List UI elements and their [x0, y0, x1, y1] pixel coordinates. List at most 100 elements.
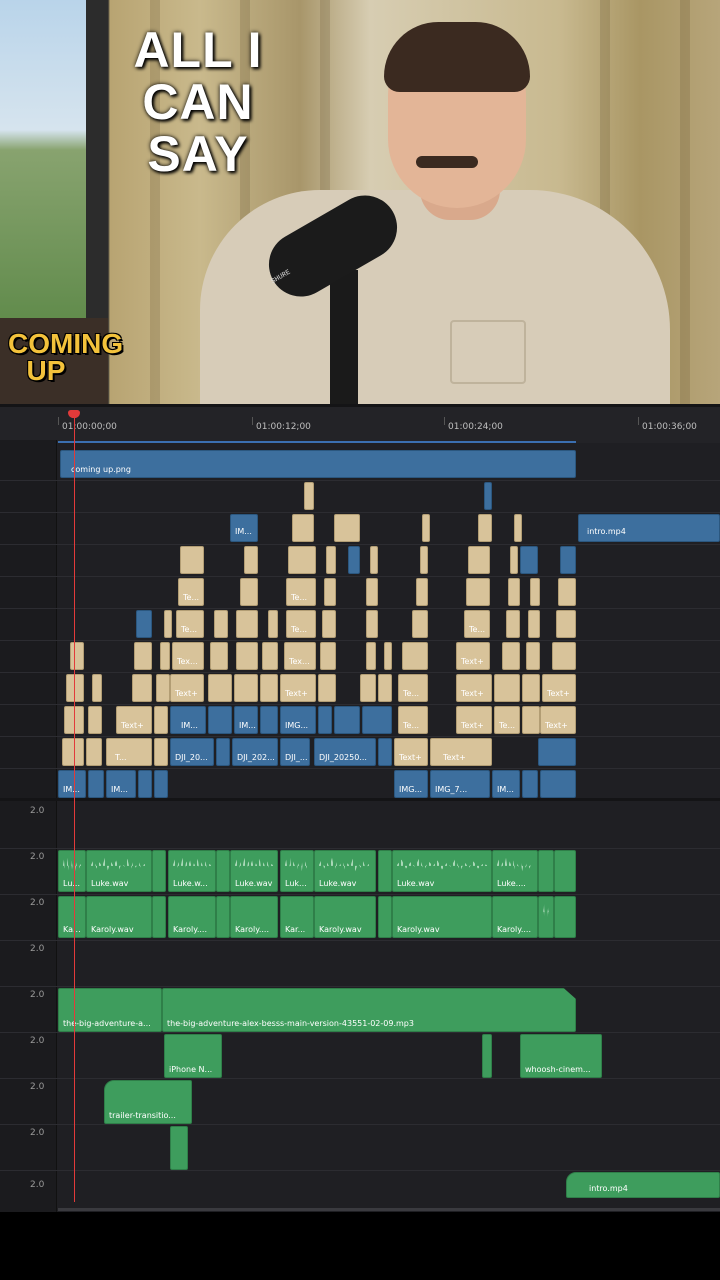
- text-clip[interactable]: Te...: [464, 610, 490, 638]
- audio-clip[interactable]: Karoly....: [230, 896, 278, 938]
- text-clip[interactable]: Tex...: [284, 642, 316, 670]
- text-clip[interactable]: [502, 642, 520, 670]
- video-clip[interactable]: DJI_20...: [170, 738, 214, 766]
- text-clip[interactable]: [66, 674, 84, 702]
- text-clip[interactable]: [514, 514, 522, 542]
- video-clip[interactable]: IM...: [58, 770, 86, 798]
- text-clip[interactable]: Te...: [286, 610, 316, 638]
- text-clip[interactable]: [292, 514, 314, 542]
- sfx-clip[interactable]: [482, 1034, 492, 1078]
- text-clip[interactable]: [88, 706, 102, 734]
- video-clip[interactable]: coming up.png: [60, 450, 576, 478]
- text-clip[interactable]: [556, 610, 576, 638]
- text-clip[interactable]: [154, 738, 168, 766]
- text-clip[interactable]: [506, 610, 520, 638]
- audio-clip[interactable]: Luke.wav: [314, 850, 376, 892]
- sfx-clip[interactable]: [170, 1126, 188, 1170]
- timeline-scrollbar[interactable]: [58, 1208, 720, 1211]
- audio-clip[interactable]: [216, 896, 230, 938]
- text-clip[interactable]: Tex...: [172, 642, 204, 670]
- playhead[interactable]: [74, 412, 75, 1202]
- text-clip[interactable]: [384, 642, 392, 670]
- video-clip[interactable]: IMG...: [394, 770, 428, 798]
- text-clip[interactable]: [420, 546, 428, 574]
- text-clip[interactable]: [134, 642, 152, 670]
- video-clip[interactable]: intro.mp4: [578, 514, 720, 542]
- text-clip[interactable]: [494, 674, 520, 702]
- video-clip[interactable]: IM...: [492, 770, 520, 798]
- video-clip[interactable]: IM...: [230, 514, 258, 542]
- video-clip[interactable]: [334, 706, 360, 734]
- text-clip[interactable]: [86, 738, 102, 766]
- video-clip[interactable]: DJI_...: [280, 738, 310, 766]
- text-clip[interactable]: [530, 578, 540, 606]
- text-clip[interactable]: [334, 514, 360, 542]
- audio-clip[interactable]: Luk...: [280, 850, 314, 892]
- video-clip[interactable]: [378, 738, 392, 766]
- text-clip[interactable]: [320, 642, 336, 670]
- video-clip[interactable]: [154, 770, 168, 798]
- text-clip[interactable]: [210, 642, 228, 670]
- text-clip[interactable]: Text+: [540, 706, 576, 734]
- text-clip[interactable]: [522, 706, 540, 734]
- text-clip[interactable]: [416, 578, 428, 606]
- text-clip[interactable]: Text+: [280, 674, 316, 702]
- text-clip[interactable]: Te...: [178, 578, 204, 606]
- text-clip[interactable]: Text+: [116, 706, 152, 734]
- text-clip[interactable]: [132, 674, 152, 702]
- text-clip[interactable]: [164, 610, 172, 638]
- video-clip[interactable]: [348, 546, 360, 574]
- text-clip[interactable]: Text+: [430, 738, 492, 766]
- video-clip[interactable]: [136, 610, 152, 638]
- audio-clip[interactable]: [538, 896, 554, 938]
- video-clip[interactable]: [88, 770, 104, 798]
- video-clip[interactable]: [540, 770, 576, 798]
- editing-timeline[interactable]: 01:00:00;00 01:00:12;00 01:00:24;00 01:0…: [0, 404, 720, 1212]
- audio-clip[interactable]: Karoly.wav: [392, 896, 492, 938]
- video-clip[interactable]: [208, 706, 232, 734]
- text-clip[interactable]: [466, 578, 490, 606]
- audio-clip[interactable]: [152, 896, 166, 938]
- text-clip[interactable]: [366, 610, 378, 638]
- audio-clip[interactable]: Luke.w...: [168, 850, 216, 892]
- video-clip[interactable]: DJI_202...: [232, 738, 278, 766]
- text-clip[interactable]: Text+: [394, 738, 428, 766]
- text-clip[interactable]: [260, 674, 278, 702]
- video-clip[interactable]: [560, 546, 576, 574]
- text-clip[interactable]: [236, 642, 258, 670]
- text-clip[interactable]: [288, 546, 316, 574]
- text-clip[interactable]: [92, 674, 102, 702]
- audio-clip[interactable]: [554, 896, 576, 938]
- text-clip[interactable]: Te...: [286, 578, 316, 606]
- text-clip[interactable]: [528, 610, 540, 638]
- text-clip[interactable]: Text+: [456, 674, 492, 702]
- text-clip[interactable]: [160, 642, 170, 670]
- audio-clip[interactable]: [378, 896, 392, 938]
- audio-clip[interactable]: Kar...: [280, 896, 314, 938]
- text-clip[interactable]: [360, 674, 376, 702]
- text-clip[interactable]: [378, 674, 392, 702]
- audio-clip[interactable]: [152, 850, 166, 892]
- text-clip[interactable]: [558, 578, 576, 606]
- audio-clip[interactable]: Karoly....: [492, 896, 538, 938]
- text-clip[interactable]: Te...: [398, 706, 428, 734]
- video-clip[interactable]: [260, 706, 278, 734]
- video-clip[interactable]: IMG_7...: [430, 770, 490, 798]
- text-clip[interactable]: Text+: [542, 674, 576, 702]
- video-clip[interactable]: IM...: [234, 706, 258, 734]
- video-clip[interactable]: [484, 482, 492, 510]
- text-clip[interactable]: [156, 674, 170, 702]
- text-clip[interactable]: Text+: [170, 674, 204, 702]
- video-clip[interactable]: [216, 738, 230, 766]
- audio-clip[interactable]: Karoly....: [168, 896, 216, 938]
- video-clip[interactable]: [318, 706, 332, 734]
- text-clip[interactable]: Text+: [456, 642, 490, 670]
- audio-clip[interactable]: Ka...: [58, 896, 86, 938]
- text-clip[interactable]: [236, 610, 258, 638]
- audio-clip[interactable]: Luke.wav: [392, 850, 492, 892]
- text-clip[interactable]: [324, 578, 336, 606]
- text-clip[interactable]: [244, 546, 258, 574]
- audio-clip[interactable]: [378, 850, 392, 892]
- video-clip[interactable]: IM...: [170, 706, 206, 734]
- timecode-ruler[interactable]: 01:00:00;00 01:00:12;00 01:00:24;00 01:0…: [0, 404, 720, 443]
